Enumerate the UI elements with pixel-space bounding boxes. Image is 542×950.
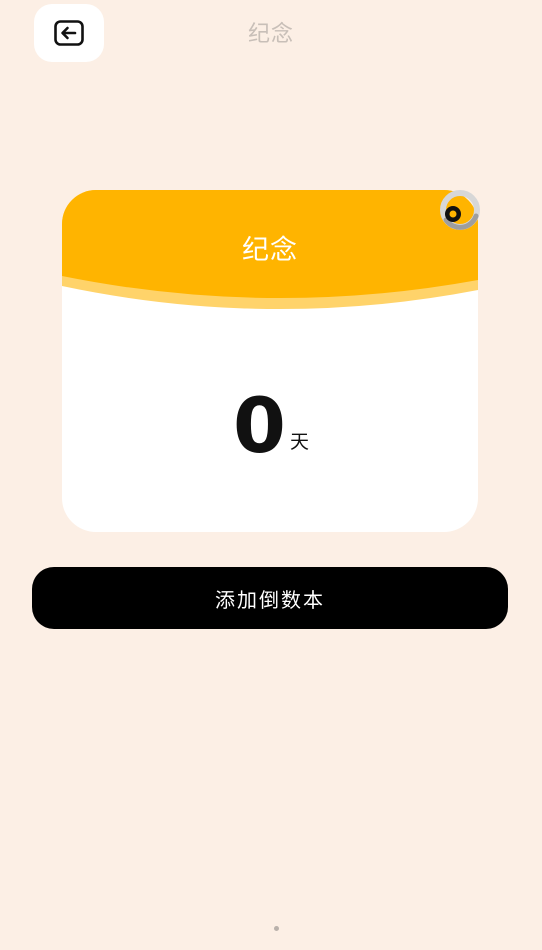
day-counter: 0 天 bbox=[0, 376, 542, 466]
binder-ring-icon bbox=[432, 186, 488, 234]
anniversary-card[interactable]: 纪念 bbox=[62, 190, 478, 532]
card-header: 纪念 bbox=[62, 190, 478, 320]
page-title: 纪念 bbox=[247, 22, 294, 47]
card-title: 纪念 bbox=[242, 235, 298, 266]
page-indicator-dot bbox=[274, 926, 279, 931]
day-count: 0 bbox=[233, 381, 286, 470]
anniversary-screen: 纪念 纪念 0 天 添加倒数本 bbox=[0, 0, 542, 950]
day-unit: 天 bbox=[289, 431, 309, 453]
add-countdown-book-button[interactable]: 添加倒数本 bbox=[32, 567, 508, 629]
